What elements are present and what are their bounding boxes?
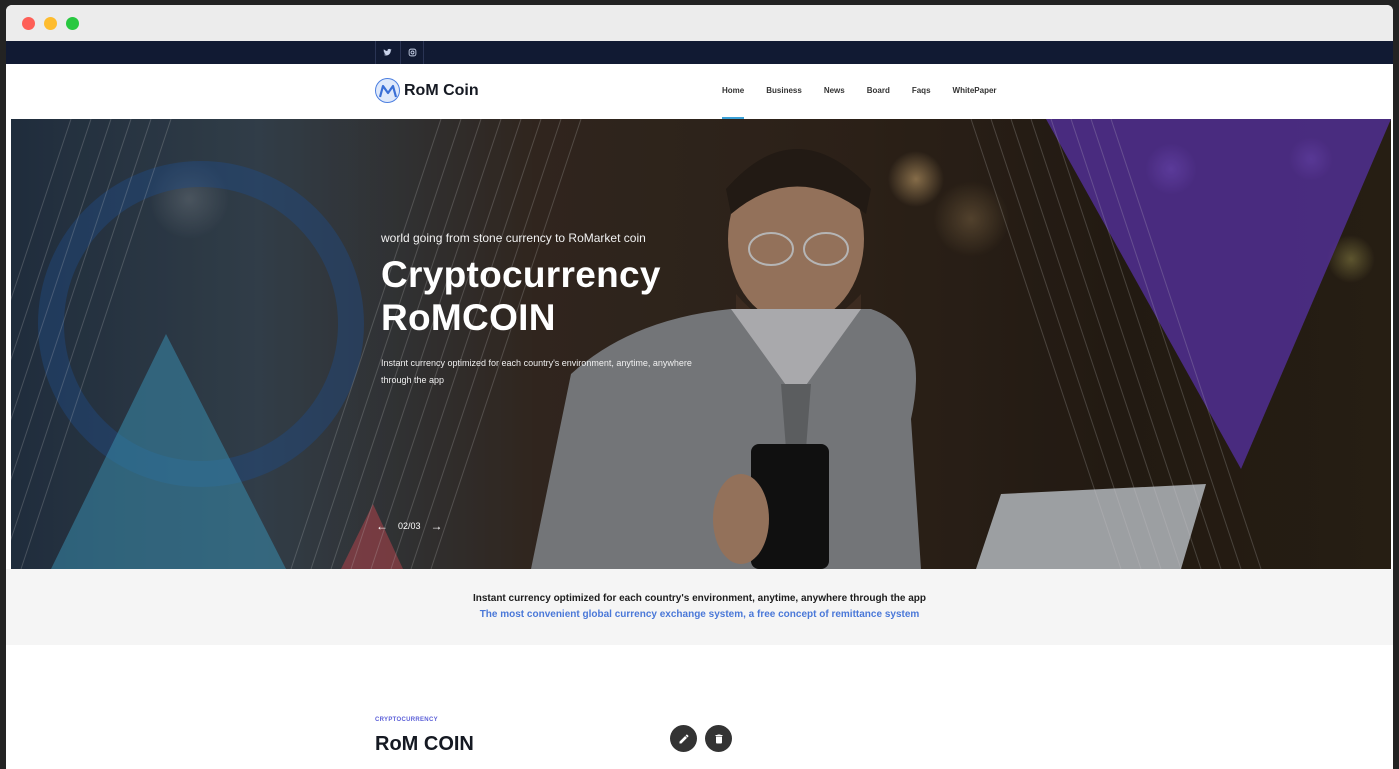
- top-social-bar: [6, 41, 1393, 64]
- window-titlebar: [6, 5, 1393, 41]
- menu-item-business[interactable]: Business: [766, 86, 802, 118]
- pencil-icon: [679, 734, 688, 743]
- close-window-button[interactable]: [22, 17, 35, 30]
- hero-description: Instant currency optimized for each coun…: [381, 358, 692, 385]
- banner-subline: The most convenient global currency exch…: [479, 609, 920, 620]
- slide-counter: 02/03: [398, 521, 421, 531]
- hero-title-line-2: RoMCOIN: [381, 297, 556, 338]
- menu-item-board[interactable]: Board: [867, 86, 890, 118]
- trash-icon: [715, 734, 722, 743]
- edit-button[interactable]: [670, 725, 697, 752]
- hero-background-image: [11, 119, 1391, 569]
- next-slide-arrow-icon[interactable]: →: [431, 519, 443, 533]
- main-navbar: RoM Coin Home Business News Board Faqs W…: [6, 64, 1393, 119]
- instagram-icon[interactable]: [400, 41, 424, 64]
- menu-item-home[interactable]: Home: [722, 86, 745, 119]
- logo-text: RoM Coin: [404, 81, 479, 99]
- hero-slider: world going from stone currency to RoMar…: [11, 119, 1391, 569]
- section-tag: CRYPTOCURRENCY: [375, 717, 438, 723]
- maximize-window-button[interactable]: [66, 17, 79, 30]
- info-banner: Instant currency optimized for each coun…: [6, 569, 1393, 645]
- menu-item-faqs[interactable]: Faqs: [912, 86, 931, 118]
- menu-item-news[interactable]: News: [824, 86, 845, 118]
- hero-title: Cryptocurrency RoMCOIN: [381, 253, 661, 339]
- hero-title-line-1: Cryptocurrency: [381, 254, 661, 295]
- browser-window: RoM Coin Home Business News Board Faqs W…: [6, 5, 1393, 769]
- prev-slide-arrow-icon[interactable]: ←: [376, 519, 388, 533]
- banner-headline: Instant currency optimized for each coun…: [472, 593, 927, 604]
- site-logo[interactable]: RoM Coin: [375, 78, 479, 103]
- hero-subtitle: world going from stone currency to RoMar…: [381, 231, 646, 245]
- logo-icon: [375, 78, 400, 103]
- minimize-window-button[interactable]: [44, 17, 57, 30]
- section-title: RoM COIN: [375, 733, 474, 755]
- main-menu: Home Business News Board Faqs WhitePaper: [722, 86, 1019, 119]
- slider-controls: ← 02/03 →: [376, 519, 443, 533]
- twitter-icon[interactable]: [375, 41, 399, 64]
- menu-item-whitepaper[interactable]: WhitePaper: [953, 86, 997, 118]
- delete-button[interactable]: [705, 725, 732, 752]
